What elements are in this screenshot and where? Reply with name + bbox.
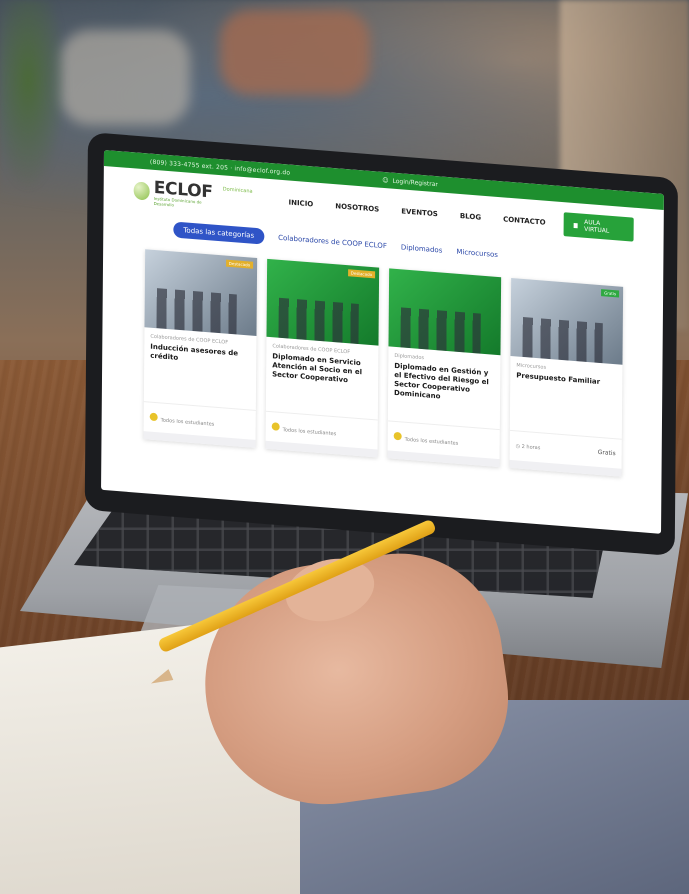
- students-info: Todos los estudiantes: [149, 412, 215, 428]
- image-people: [156, 288, 237, 335]
- course-image: Gratis: [510, 278, 624, 365]
- course-price: Gratis: [597, 448, 616, 458]
- course-image: Destacado: [266, 258, 380, 346]
- laptop-screen: (809) 333-4755 ext. 205 · info@eclof.org…: [101, 150, 664, 534]
- course-card[interactable]: Destacado Colaboradores de COOP ECLOF Di…: [265, 258, 380, 458]
- course-badge: Destacado: [225, 259, 254, 269]
- image-people: [400, 307, 481, 354]
- aula-virtual-button[interactable]: AULA VIRTUAL: [563, 212, 634, 242]
- site-logo[interactable]: ECLOF Instituto Dominicano de Desarrollo…: [133, 176, 253, 213]
- user-icon: ☺: [382, 176, 389, 184]
- logo-leaf-icon: [133, 181, 150, 201]
- students-label: Todos los estudiantes: [282, 426, 337, 437]
- menu-item-contacto[interactable]: CONTACTO: [503, 215, 546, 226]
- menu-item-inicio[interactable]: INICIO: [288, 199, 313, 209]
- course-card[interactable]: Destacado Colaboradores de COOP ECLOF In…: [143, 249, 258, 448]
- square-icon: [573, 222, 579, 228]
- students-info: Todos los estudiantes: [271, 421, 337, 437]
- login-label: Login/Registrar: [392, 177, 438, 188]
- main-menu: INICIO NOSOTROS EVENTOS BLOG CONTACTO: [288, 199, 545, 227]
- background-plant: [0, 0, 70, 200]
- aula-virtual-label: AULA VIRTUAL: [584, 218, 610, 235]
- coin-icon: [393, 431, 402, 440]
- logo-text: ECLOF Instituto Dominicano de Desarrollo: [154, 178, 216, 211]
- course-badge: Destacado: [347, 269, 376, 279]
- background-cushion-light: [60, 30, 190, 125]
- course-card[interactable]: Diplomados Diplomado en Gestión y el Efe…: [387, 268, 502, 468]
- course-image: [388, 268, 502, 356]
- menu-item-eventos[interactable]: EVENTOS: [401, 207, 438, 218]
- course-badge: Gratis: [601, 289, 620, 298]
- students-info: Todos los estudiantes: [393, 431, 459, 447]
- duration-label: 2 horas: [521, 443, 541, 451]
- duration-info: ◷ 2 horas: [516, 443, 541, 451]
- menu-item-nosotros[interactable]: NOSOTROS: [335, 202, 379, 213]
- image-people: [522, 316, 603, 364]
- course-title: Diplomado en Gestión y el Efectivo del R…: [394, 361, 489, 401]
- menu-item-blog[interactable]: BLOG: [460, 212, 481, 222]
- students-label: Todos los estudiantes: [160, 416, 215, 428]
- photo-scene: (809) 333-4755 ext. 205 · info@eclof.org…: [0, 0, 689, 894]
- tab-microcursos[interactable]: Microcursos: [456, 248, 498, 259]
- login-link[interactable]: ☺ Login/Registrar: [382, 176, 438, 187]
- tab-diplomados[interactable]: Diplomados: [401, 243, 443, 254]
- image-people: [278, 297, 359, 345]
- course-image: Destacado: [144, 249, 258, 336]
- coin-icon: [271, 421, 280, 431]
- background-cushion: [220, 10, 370, 95]
- course-card[interactable]: Gratis Microcursos Presupuesto Familiar …: [509, 278, 624, 477]
- coin-icon: [149, 412, 158, 421]
- course-cards: Destacado Colaboradores de COOP ECLOF In…: [102, 232, 664, 480]
- students-label: Todos los estudiantes: [404, 436, 459, 447]
- logo-tagline: Dominicana: [222, 186, 253, 195]
